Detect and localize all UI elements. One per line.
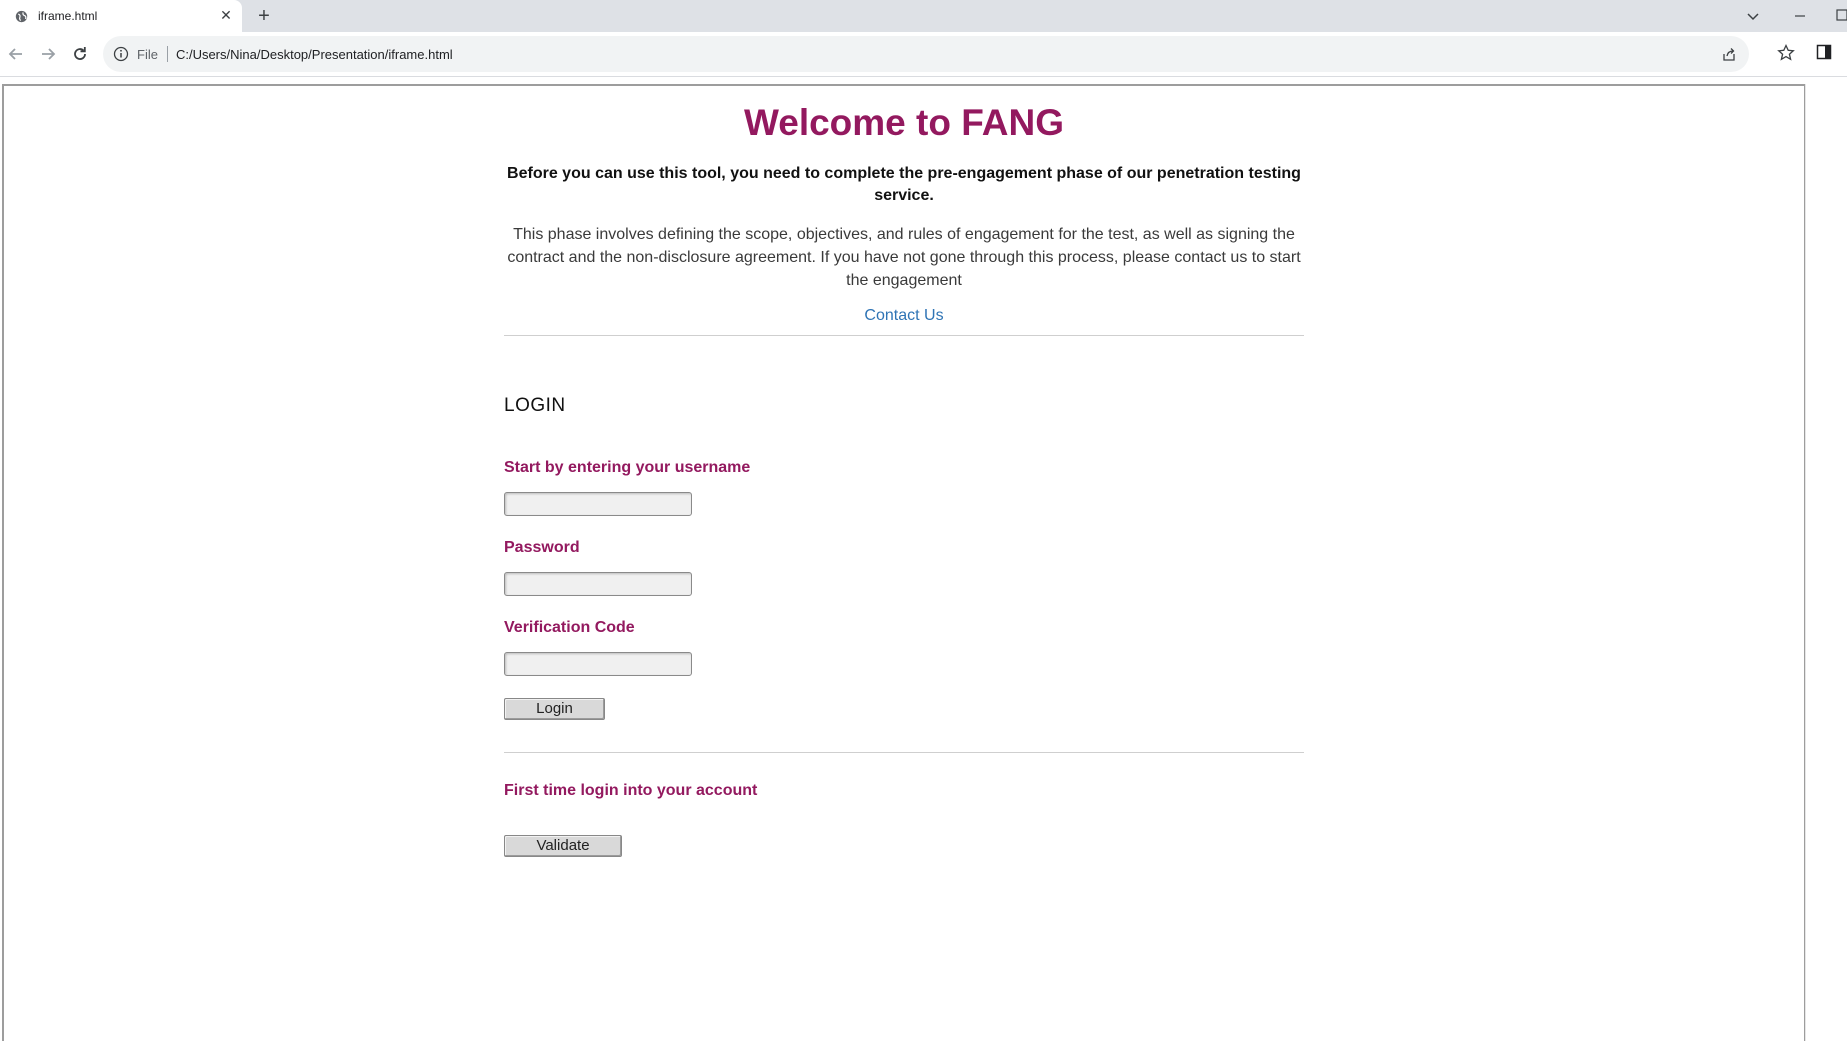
intro-text: This phase involves defining the scope, …: [507, 226, 1301, 289]
verification-code-label: Verification Code: [504, 619, 635, 636]
tab-strip: iframe.html ✕ +: [0, 0, 1847, 32]
chevron-down-icon[interactable]: [1743, 6, 1763, 26]
username-label: Start by entering your username: [504, 459, 751, 476]
globe-icon: [14, 9, 28, 23]
url-text[interactable]: C:/Users/Nina/Desktop/Presentation/ifram…: [176, 47, 453, 62]
page-background-strip: [1805, 84, 1847, 1041]
minimize-icon[interactable]: [1790, 6, 1810, 26]
validate-button[interactable]: Validate: [504, 835, 622, 857]
address-bar[interactable]: File C:/Users/Nina/Desktop/Presentation/…: [103, 36, 1749, 72]
divider: [504, 752, 1304, 753]
divider: [504, 335, 1304, 336]
star-icon[interactable]: [1776, 43, 1796, 63]
browser-toolbar: File C:/Users/Nina/Desktop/Presentation/…: [0, 32, 1847, 77]
contact-us-link[interactable]: Contact Us: [504, 306, 1304, 326]
intro-bold-text: Before you can use this tool, you need t…: [507, 165, 1301, 204]
browser-tab[interactable]: iframe.html ✕: [0, 0, 242, 32]
forward-arrow-icon[interactable]: [37, 43, 59, 65]
verification-code-input[interactable]: [504, 652, 692, 676]
back-arrow-icon[interactable]: [5, 43, 27, 65]
side-panel-icon[interactable]: [1816, 44, 1832, 60]
password-input[interactable]: [504, 572, 692, 596]
login-heading: LOGIN: [504, 395, 566, 416]
address-separator: [166, 46, 168, 62]
login-button[interactable]: Login: [504, 698, 605, 720]
reload-icon[interactable]: [69, 43, 91, 65]
maximize-icon[interactable]: [1832, 5, 1847, 25]
first-time-login-label: First time login into your account: [504, 782, 758, 799]
share-icon[interactable]: [1721, 46, 1737, 62]
page-content: Welcome to FANG Before you can use this …: [504, 97, 1304, 857]
tab-title: iframe.html: [38, 9, 98, 23]
page-title: Welcome to FANG: [743, 102, 1065, 143]
new-tab-button[interactable]: +: [252, 5, 276, 27]
password-label: Password: [504, 539, 580, 556]
username-input[interactable]: [504, 492, 692, 516]
info-icon[interactable]: [113, 46, 129, 62]
scheme-label: File: [137, 46, 158, 62]
close-tab-icon[interactable]: ✕: [218, 8, 234, 24]
